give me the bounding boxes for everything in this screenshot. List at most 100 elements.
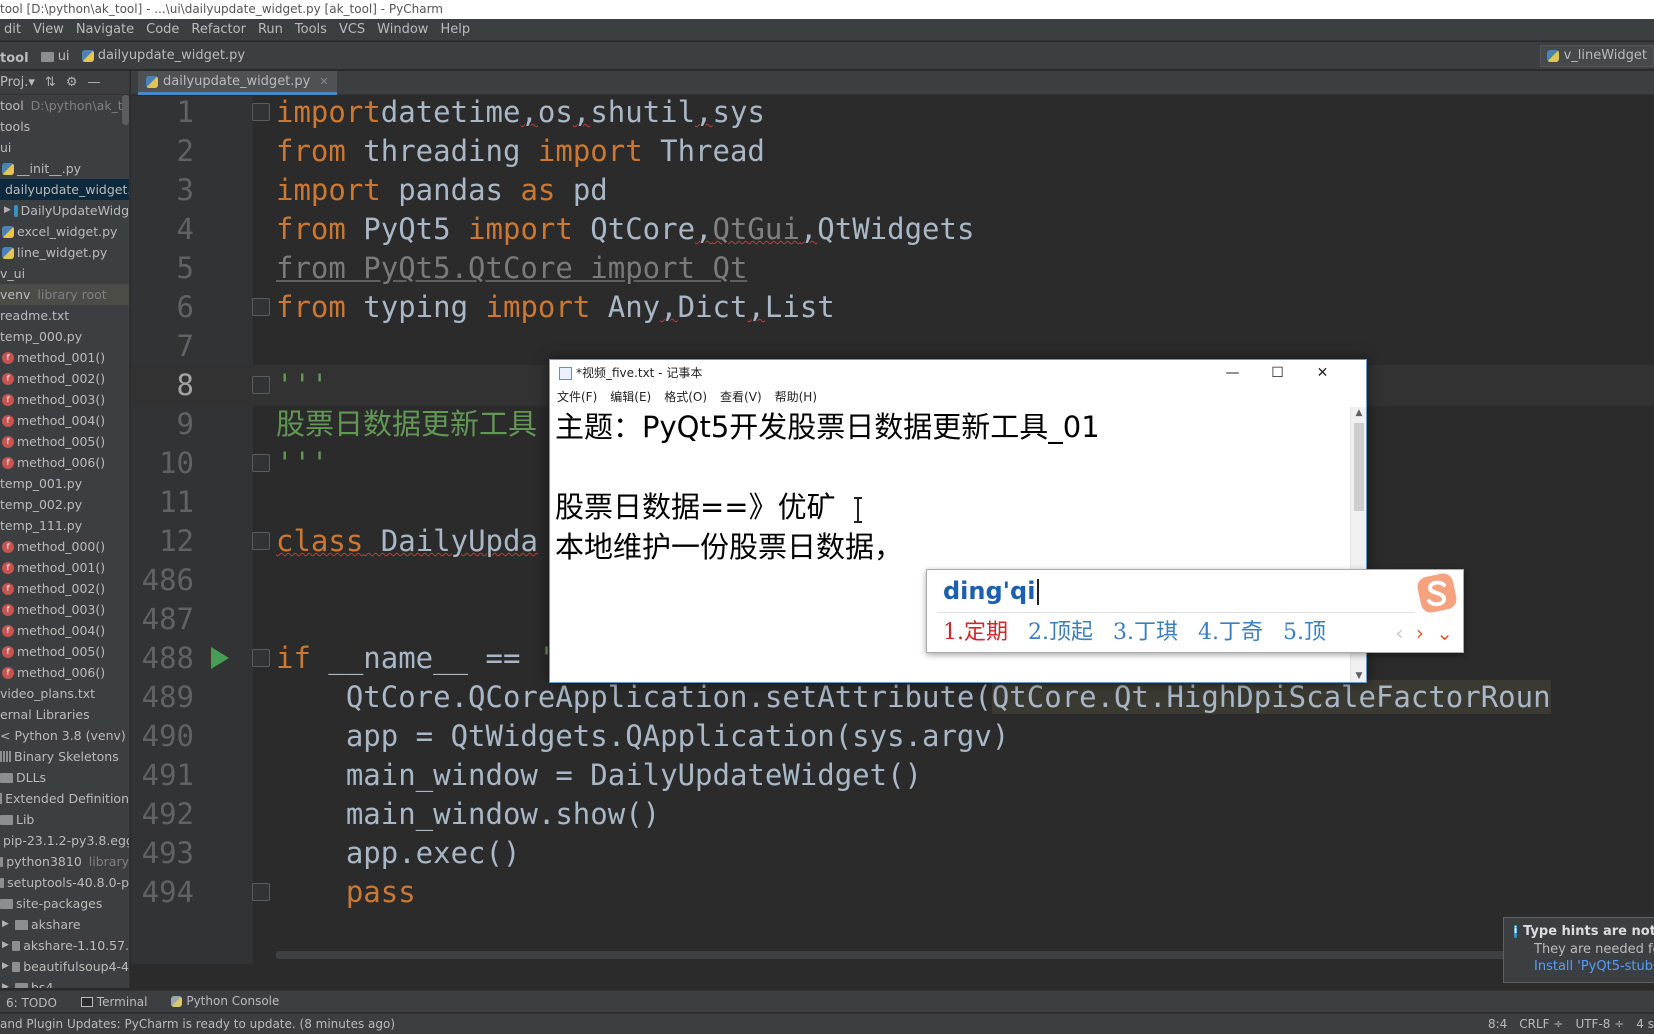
tree-item[interactable]: DLLs — [0, 767, 129, 788]
tree-item[interactable]: f method_003() — [0, 599, 129, 620]
tree-item[interactable]: Extended Definition — [0, 788, 129, 809]
tree-item[interactable]: ▶ akshare — [0, 914, 129, 935]
editor-tab-dailyupdate[interactable]: dailyupdate_widget.py ✕ — [138, 71, 337, 95]
code-line[interactable]: 492 main_window.show() — [131, 794, 1654, 835]
tree-item[interactable]: ▶ beautifulsoup4-4 — [0, 956, 129, 977]
breadcrumb-file[interactable]: dailyupdate_widget.py — [81, 42, 245, 69]
notepad-menu-item[interactable]: 文件(F) — [557, 387, 597, 407]
menu-item-7[interactable]: VCS — [339, 19, 373, 41]
notepad-menu-item[interactable]: 编辑(E) — [610, 387, 651, 407]
collapse-all-icon[interactable]: ⇅ — [45, 75, 56, 90]
expand-arrow-icon[interactable]: ▶ — [2, 956, 9, 977]
breadcrumb-ui[interactable]: ui — [40, 43, 70, 70]
menu-item-6[interactable]: Tools — [295, 19, 335, 41]
menu-item-2[interactable]: Navigate — [76, 19, 142, 41]
horizontal-scrollbar[interactable] — [276, 951, 1654, 959]
expand-arrow-icon[interactable]: ▶ — [2, 935, 9, 956]
tree-item[interactable]: ▶ bs4 — [0, 977, 129, 988]
expand-arrow-icon[interactable]: ▶ — [2, 977, 12, 988]
tree-item[interactable]: setuptools-40.8.0-p — [0, 872, 129, 893]
caret-position[interactable]: 8:4 — [1488, 1014, 1507, 1034]
chevron-left-icon[interactable]: ‹ — [1396, 616, 1404, 650]
close-icon[interactable]: ✕ — [319, 70, 328, 93]
notepad-menu-item[interactable]: 帮助(H) — [775, 387, 817, 407]
close-icon[interactable]: ✕ — [1300, 360, 1345, 387]
breadcrumb-project[interactable]: tool — [0, 45, 29, 72]
menu-item-9[interactable]: Help — [440, 19, 478, 41]
code-line[interactable]: 5 from PyQt5.QtCore import Qt — [131, 248, 1654, 289]
indent-setting[interactable]: 4 s — [1636, 1014, 1654, 1034]
tree-item[interactable]: Binary Skeletons — [0, 746, 129, 767]
tree-item[interactable]: f method_003() — [0, 389, 129, 410]
fold-marker-icon[interactable] — [252, 298, 270, 316]
tree-item[interactable]: < Python 3.8 (venv) > — [0, 725, 129, 746]
scroll-down-icon[interactable]: ▼ — [1351, 671, 1367, 681]
fold-marker-icon[interactable] — [252, 532, 270, 550]
tree-item[interactable]: f method_004() — [0, 410, 129, 431]
tree-item[interactable]: excel_widget.py — [0, 221, 129, 242]
menu-item-8[interactable]: Window — [377, 19, 436, 41]
gear-icon[interactable]: ⚙ — [66, 75, 78, 90]
tree-item[interactable]: f method_004() — [0, 620, 129, 641]
install-stubs-link[interactable]: Install 'PyQt5-stubs' — [1514, 959, 1654, 974]
tree-item[interactable]: pip-23.1.2-py3.8.egg — [0, 830, 129, 851]
code-line[interactable]: 494 pass — [131, 872, 1654, 913]
tree-item[interactable]: f method_002() — [0, 368, 129, 389]
code-line[interactable]: 490 app = QtWidgets.QApplication(sys.arg… — [131, 716, 1654, 757]
scroll-up-icon[interactable]: ▲ — [1351, 408, 1367, 418]
code-line[interactable]: 489 QtCore.QCoreApplication.setAttribute… — [131, 677, 1654, 718]
notepad-title-bar[interactable]: *视频_five.txt - 记事本 — ☐ ✕ — [550, 360, 1366, 387]
ime-candidate[interactable]: 3.丁琪 — [1113, 616, 1178, 650]
tree-item[interactable]: temp_000.py — [0, 326, 129, 347]
fold-marker-icon[interactable] — [252, 103, 270, 121]
notepad-menu-item[interactable]: 格式(O) — [664, 387, 707, 407]
fold-marker-icon[interactable] — [252, 649, 270, 667]
tree-item[interactable]: ▶ akshare-1.10.57. — [0, 935, 129, 956]
tree-item[interactable]: temp_001.py — [0, 473, 129, 494]
menu-item-0[interactable]: dit — [4, 19, 29, 41]
tree-item[interactable]: __init__.py — [0, 158, 129, 179]
todo-tab[interactable]: 6: TODO — [6, 993, 57, 1014]
tree-item[interactable]: dailyupdate_widget. — [0, 179, 129, 200]
ime-candidate[interactable]: 1.定期 — [943, 616, 1008, 650]
line-separator[interactable]: CRLF ÷ — [1519, 1014, 1563, 1034]
tree-item[interactable]: f method_000() — [0, 536, 129, 557]
minimize-icon[interactable]: — — [1210, 360, 1255, 387]
run-configuration-selector[interactable]: v_lineWidget — [1539, 45, 1654, 67]
tree-item[interactable]: temp_002.py — [0, 494, 129, 515]
fold-marker-icon[interactable] — [252, 454, 270, 472]
code-line[interactable]: 491 main_window = DailyUpdateWidget() — [131, 755, 1654, 796]
tree-item[interactable]: Lib — [0, 809, 129, 830]
terminal-tab[interactable]: Terminal — [80, 992, 148, 1013]
notepad-menu-item[interactable]: 查看(V) — [720, 387, 762, 407]
expand-arrow-icon[interactable]: ▶ — [2, 914, 12, 935]
chevron-right-icon[interactable]: › — [1416, 616, 1424, 650]
tree-item[interactable]: temp_111.py — [0, 515, 129, 536]
code-line[interactable]: 3 import pandas as pd — [131, 170, 1654, 211]
fold-marker-icon[interactable] — [252, 376, 270, 394]
code-line[interactable]: 6 from typing import Any,Dict,List — [131, 287, 1654, 328]
tree-item[interactable]: ernal Libraries — [0, 704, 129, 725]
ime-candidate[interactable]: 5.顶 — [1283, 616, 1326, 650]
tree-item[interactable]: venv library root — [0, 284, 129, 305]
tree-item[interactable]: video_plans.txt — [0, 683, 129, 704]
tree-item[interactable]: tools — [0, 116, 129, 137]
ime-candidate[interactable]: 4.丁奇 — [1198, 616, 1263, 650]
maximize-icon[interactable]: ☐ — [1255, 360, 1300, 387]
tree-item[interactable]: ▶ DailyUpdateWidg — [0, 200, 129, 221]
tree-item[interactable]: line_widget.py — [0, 242, 129, 263]
file-encoding[interactable]: UTF-8 ÷ — [1575, 1014, 1624, 1034]
project-scrollbar[interactable] — [122, 95, 129, 125]
tree-item[interactable]: python3810 library — [0, 851, 129, 872]
tree-item[interactable]: f method_006() — [0, 452, 129, 473]
menu-item-5[interactable]: Run — [258, 19, 291, 41]
menu-item-1[interactable]: View — [33, 19, 72, 41]
tree-item[interactable]: f method_001() — [0, 347, 129, 368]
tree-item[interactable]: v_ui — [0, 263, 129, 284]
notepad-scroll-thumb[interactable] — [1354, 423, 1364, 511]
code-line[interactable]: 1 importdatetime,os,shutil,sys — [131, 96, 1654, 133]
run-icon[interactable] — [211, 647, 229, 669]
tree-item[interactable]: f method_001() — [0, 557, 129, 578]
tree-item[interactable]: f method_006() — [0, 662, 129, 683]
tree-item[interactable]: ui — [0, 137, 129, 158]
